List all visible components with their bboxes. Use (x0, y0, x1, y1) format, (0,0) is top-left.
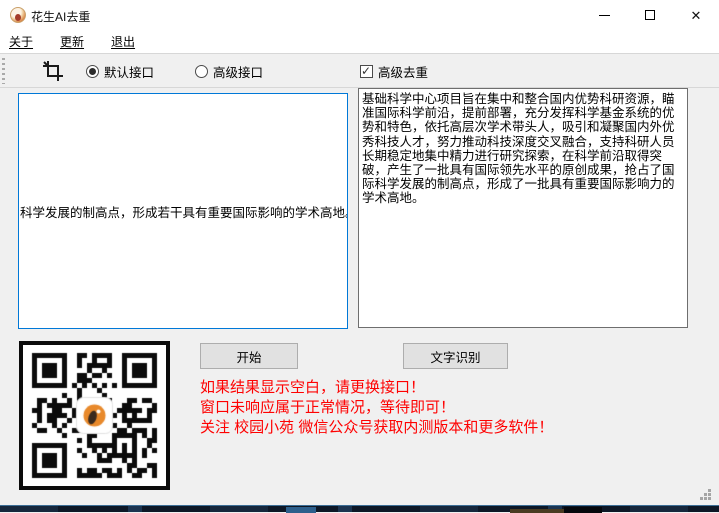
client-area: 科学发展的制高点，形成若干具有重要国际影响的学术高地。 基础科学中心项目旨在集中… (0, 88, 719, 505)
checkbox-advanced-dedup[interactable]: ✓ 高级去重 (360, 62, 428, 81)
minimize-icon (599, 15, 610, 16)
taskbar-edge[interactable] (0, 505, 719, 512)
notice-block: 如果结果显示空白，请更换接口！ 窗口未响应属于正常情况，等待即可！ 关注 校园小… (200, 378, 553, 438)
qr-code-frame (19, 341, 170, 490)
resize-grip[interactable] (696, 485, 711, 500)
menu-item-update[interactable]: 更新 (51, 33, 93, 50)
radio-advanced-api[interactable]: 高级接口 (195, 62, 263, 81)
taskbar-segment (510, 509, 564, 513)
app-icon (10, 7, 26, 23)
window-title: 花生AI去重 (31, 8, 90, 25)
wechat-qr-code (24, 346, 165, 485)
maximize-button[interactable] (627, 0, 673, 30)
minimize-button[interactable] (581, 0, 627, 30)
checkbox-advanced-dedup-label: 高级去重 (378, 62, 428, 81)
notice-line-1: 如果结果显示空白，请更换接口！ (200, 378, 553, 398)
crop-icon (41, 59, 65, 83)
taskbar-segment (564, 507, 602, 513)
title-bar[interactable]: 花生AI去重 ✕ (0, 0, 719, 30)
source-text-input[interactable]: 科学发展的制高点，形成若干具有重要国际影响的学术高地。 (18, 93, 348, 329)
start-button[interactable]: 开始 (200, 343, 298, 369)
source-text: 科学发展的制高点，形成若干具有重要国际影响的学术高地。 (19, 202, 348, 221)
radio-default-api[interactable]: 默认接口 (86, 62, 154, 81)
taskbar-segment (286, 507, 316, 513)
toolbar: 默认接口 高级接口 ✓ 高级去重 (0, 54, 719, 88)
result-text-output[interactable]: 基础科学中心项目旨在集中和整合国内优势科研资源，瞄准国际科学前沿，提前部署，充分… (358, 88, 688, 328)
radio-icon (86, 65, 99, 78)
close-icon: ✕ (691, 9, 702, 22)
radio-default-api-label: 默认接口 (104, 62, 154, 81)
checkbox-icon: ✓ (360, 65, 373, 78)
radio-advanced-api-label: 高级接口 (213, 62, 263, 81)
maximize-icon (645, 10, 655, 20)
close-button[interactable]: ✕ (673, 0, 719, 30)
toolbar-gripper[interactable] (2, 58, 5, 84)
menu-bar: 关于 更新 退出 (0, 30, 719, 54)
screenshot-crop-button[interactable] (38, 57, 68, 85)
result-text: 基础科学中心项目旨在集中和整合国内优势科研资源，瞄准国际科学前沿，提前部署，充分… (362, 92, 675, 205)
notice-line-3: 关注 校园小苑 微信公众号获取内测版本和更多软件！ (200, 418, 553, 438)
ocr-button[interactable]: 文字识别 (403, 343, 508, 369)
notice-line-2: 窗口未响应属于正常情况，等待即可！ (200, 398, 553, 418)
radio-icon (195, 65, 208, 78)
app-window: 花生AI去重 ✕ 关于 更新 退出 默认接口 (0, 0, 719, 505)
menu-item-exit[interactable]: 退出 (102, 33, 144, 50)
menu-item-about[interactable]: 关于 (0, 33, 42, 50)
